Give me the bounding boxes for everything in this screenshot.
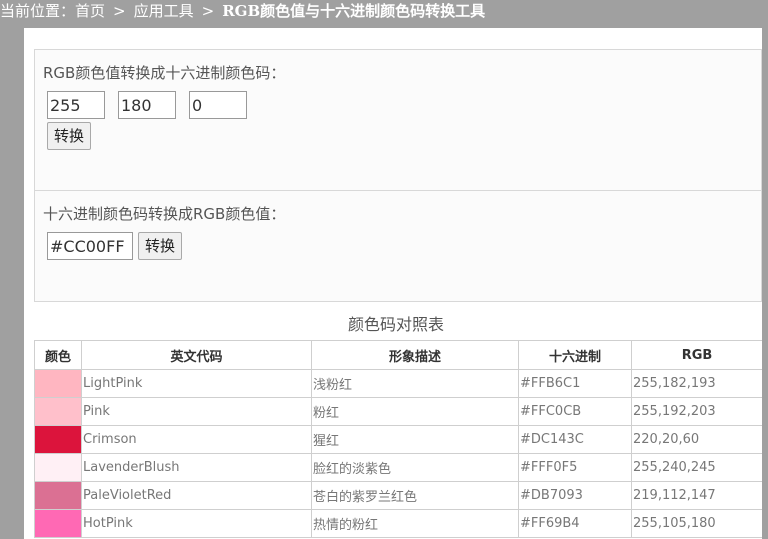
color-swatch xyxy=(35,454,81,481)
header-english-name: 英文代码 xyxy=(81,340,312,370)
rgb-to-hex-panel: RGB颜色值转换成十六进制颜色码： 转换 xyxy=(34,49,762,191)
color-hex: #FFB6C1 xyxy=(518,369,632,398)
header-color: 颜色 xyxy=(34,340,82,370)
table-row: LavenderBlush 脸红的淡紫色 #FFF0F5 255,240,245 xyxy=(34,453,763,482)
color-hex: #DC143C xyxy=(518,425,632,454)
color-rgb: 219,112,147 xyxy=(631,481,763,510)
table-row: Pink 粉红 #FFC0CB 255,192,203 xyxy=(34,397,763,426)
color-description: 粉红 xyxy=(311,397,519,426)
color-hex: #FFF0F5 xyxy=(518,453,632,482)
breadcrumb-home-link[interactable]: 首页 xyxy=(75,0,105,22)
color-rgb: 255,182,193 xyxy=(631,369,763,398)
color-english-name: LightPink xyxy=(81,369,312,398)
color-hex: #FFC0CB xyxy=(518,397,632,426)
color-description: 脸红的淡紫色 xyxy=(311,453,519,482)
color-swatch xyxy=(35,482,81,509)
color-english-name: Pink xyxy=(81,397,312,426)
color-swatch-cell xyxy=(34,397,82,426)
table-header-row: 颜色 英文代码 形象描述 十六进制 RGB xyxy=(34,340,763,370)
color-swatch-cell xyxy=(34,481,82,510)
hex-to-rgb-panel: 十六进制颜色码转换成RGB颜色值： 转换 xyxy=(34,190,762,302)
color-swatch-cell xyxy=(34,453,82,482)
color-rgb: 220,20,60 xyxy=(631,425,763,454)
color-swatch-cell xyxy=(34,425,82,454)
breadcrumb-separator: > xyxy=(201,2,215,20)
hex-convert-button[interactable]: 转换 xyxy=(138,232,183,260)
breadcrumb-current: RGB颜色值与十六进制颜色码转换工具 xyxy=(222,2,486,20)
color-hex: #DB7093 xyxy=(518,481,632,510)
table-row: PaleVioletRed 苍白的紫罗兰红色 #DB7093 219,112,147 xyxy=(34,481,763,510)
color-swatch xyxy=(35,426,81,453)
breadcrumb-section-link[interactable]: 应用工具 xyxy=(134,0,194,22)
blue-input[interactable] xyxy=(189,91,247,119)
color-description: 热情的粉红 xyxy=(311,509,519,538)
color-description: 浅粉红 xyxy=(311,369,519,398)
color-rgb: 255,105,180 xyxy=(631,509,763,538)
hex-input[interactable] xyxy=(47,232,133,260)
color-english-name: Crimson xyxy=(81,425,312,454)
table-row: LightPink 浅粉红 #FFB6C1 255,182,193 xyxy=(34,369,763,398)
green-input[interactable] xyxy=(118,91,176,119)
header-rgb: RGB xyxy=(631,340,763,370)
color-reference-table: 颜色 英文代码 形象描述 十六进制 RGB LightPink 浅粉红 #FFB6C… xyxy=(34,340,763,538)
red-input[interactable] xyxy=(47,91,105,119)
color-swatch xyxy=(35,370,81,397)
color-rgb: 255,240,245 xyxy=(631,453,763,482)
color-hex: #FF69B4 xyxy=(518,509,632,538)
color-description: 猩红 xyxy=(311,425,519,454)
color-description: 苍白的紫罗兰红色 xyxy=(311,481,519,510)
rgb-to-hex-title: RGB颜色值转换成十六进制颜色码： xyxy=(43,64,286,82)
color-swatch xyxy=(35,398,81,425)
breadcrumb-prefix: 当前位置： xyxy=(0,2,76,20)
scrollbar-track[interactable] xyxy=(762,28,768,539)
rgb-convert-button[interactable]: 转换 xyxy=(47,122,92,150)
color-swatch-cell xyxy=(34,509,82,538)
color-swatch xyxy=(35,510,81,537)
hex-to-rgb-title: 十六进制颜色码转换成RGB颜色值： xyxy=(43,205,286,223)
color-english-name: LavenderBlush xyxy=(81,453,312,482)
main-content: RGB颜色值转换成十六进制颜色码： 转换 十六进制颜色码转换成RGB颜色值： 转… xyxy=(24,28,768,539)
header-hex: 十六进制 xyxy=(518,340,632,370)
color-english-name: PaleVioletRed xyxy=(81,481,312,510)
color-english-name: HotPink xyxy=(81,509,312,538)
table-caption: 颜色码对照表 xyxy=(347,315,444,334)
color-swatch-cell xyxy=(34,369,82,398)
breadcrumb-separator: > xyxy=(113,2,126,20)
table-row: HotPink 热情的粉红 #FF69B4 255,105,180 xyxy=(34,509,763,538)
header-description: 形象描述 xyxy=(311,340,519,370)
color-rgb: 255,192,203 xyxy=(631,397,763,426)
breadcrumb: 当前位置：首页 > 应用工具 > RGB颜色值与十六进制颜色码转换工具 xyxy=(0,0,768,24)
table-row: Crimson 猩红 #DC143C 220,20,60 xyxy=(34,425,763,454)
